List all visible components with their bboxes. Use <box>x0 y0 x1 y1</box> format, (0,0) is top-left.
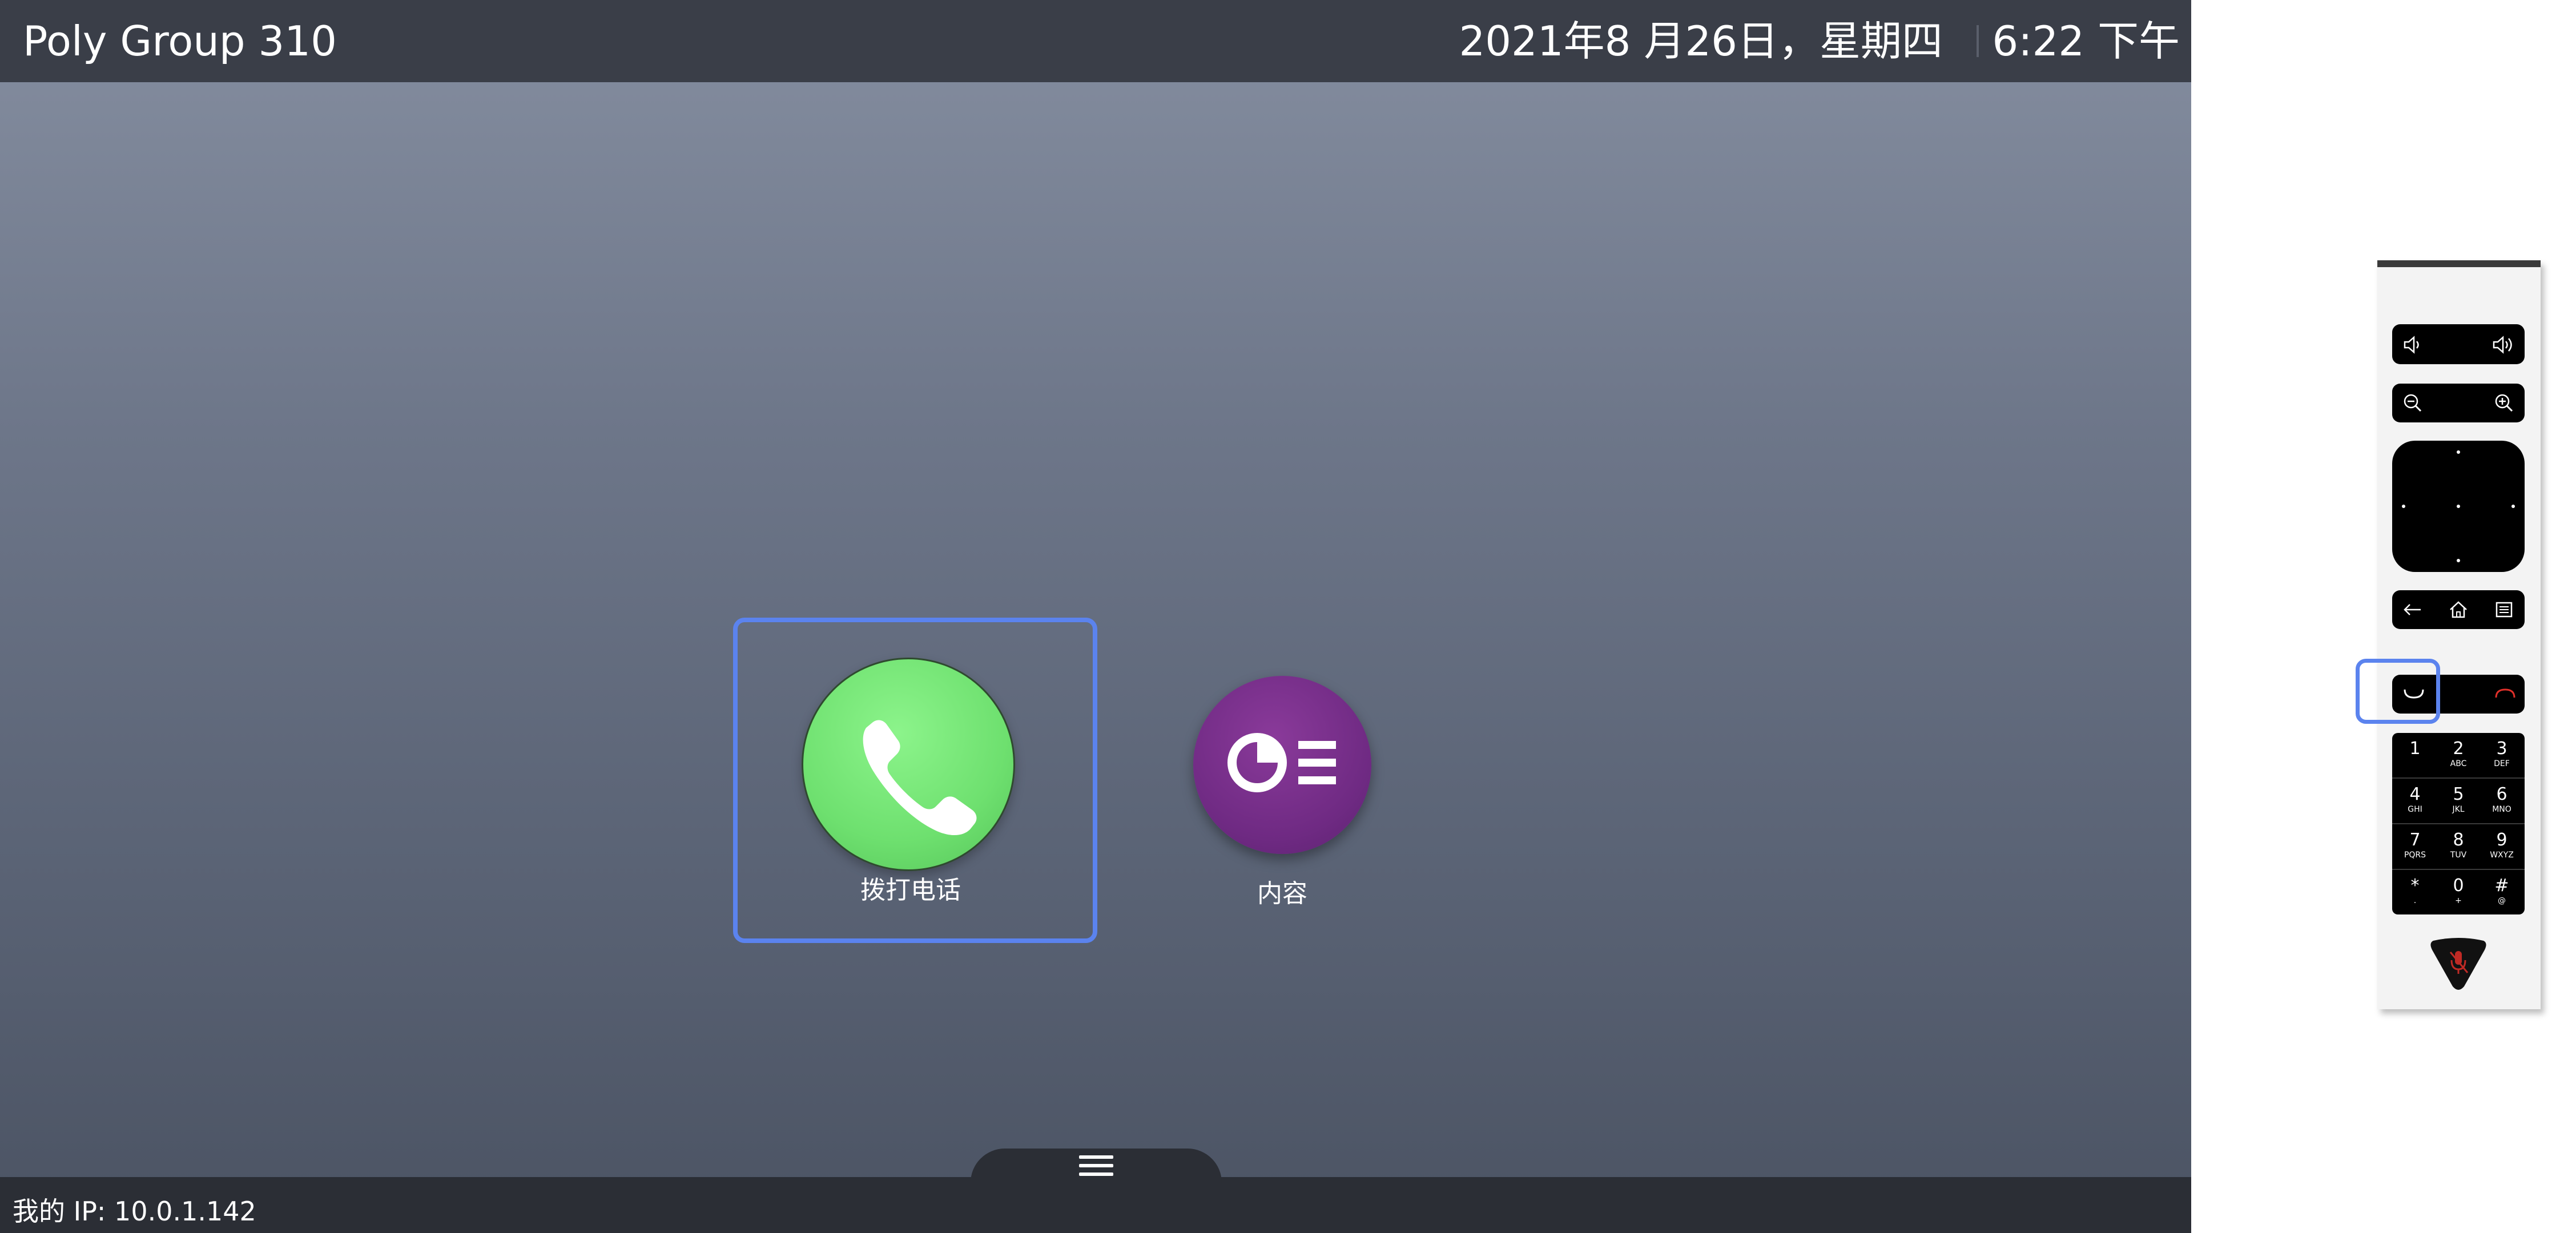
key-star[interactable]: *. <box>2392 871 2438 916</box>
main-screen: Poly Group 310 2021年8 月26日，星期四 6:22 下午 拨… <box>0 0 2191 1233</box>
hang-up-icon[interactable] <box>2492 685 2519 702</box>
key-1[interactable]: 1 <box>2392 734 2438 779</box>
key-9[interactable]: 9 WXYZ <box>2479 825 2525 870</box>
key-6[interactable]: 6 MNO <box>2479 780 2525 824</box>
content-share-icon <box>1227 733 1336 792</box>
place-call-label: 拨打电话 <box>860 876 961 905</box>
key-3[interactable]: 3 DEF <box>2479 734 2525 779</box>
key-7[interactable]: 7 PQRS <box>2392 825 2438 870</box>
volume-down-icon[interactable] <box>2401 333 2424 356</box>
top-bar-divider <box>1977 25 1979 57</box>
volume-up-icon[interactable] <box>2492 333 2517 356</box>
key-8[interactable]: 8 TUV <box>2436 825 2481 870</box>
top-bar: Poly Group 310 2021年8 月26日，星期四 6:22 下午 <box>0 0 2191 82</box>
date-display: 2021年8 月26日，星期四 <box>1459 17 1943 65</box>
system-name: Poly Group 310 <box>23 17 337 65</box>
zoom-in-icon[interactable] <box>2493 392 2515 414</box>
key-5[interactable]: 5 JKL <box>2436 780 2481 824</box>
mute-button[interactable] <box>2428 936 2489 993</box>
content-button[interactable] <box>1193 676 1371 854</box>
phone-icon <box>863 720 977 836</box>
key-2[interactable]: 2 ABC <box>2436 734 2481 779</box>
back-arrow-icon[interactable] <box>2401 598 2424 621</box>
navigation-dots-icon <box>2402 450 2515 562</box>
content-label: 内容 <box>1257 879 1307 908</box>
menu-list-icon[interactable] <box>2493 598 2515 621</box>
my-ip-address: 我的 IP: 10.0.1.142 <box>13 1196 256 1227</box>
zoom-out-icon[interactable] <box>2401 392 2424 414</box>
call-button-focus[interactable] <box>2356 659 2440 724</box>
place-call-button[interactable] <box>802 658 1015 871</box>
key-0[interactable]: 0 + <box>2436 871 2481 916</box>
key-4[interactable]: 4 GHI <box>2392 780 2438 824</box>
home-icon[interactable] <box>2447 598 2470 621</box>
hamburger-menu-icon[interactable] <box>1079 1153 1113 1178</box>
time-display: 6:22 下午 <box>1992 17 2180 65</box>
key-hash[interactable]: # @ <box>2479 871 2525 916</box>
bottom-bar <box>0 1177 2191 1233</box>
